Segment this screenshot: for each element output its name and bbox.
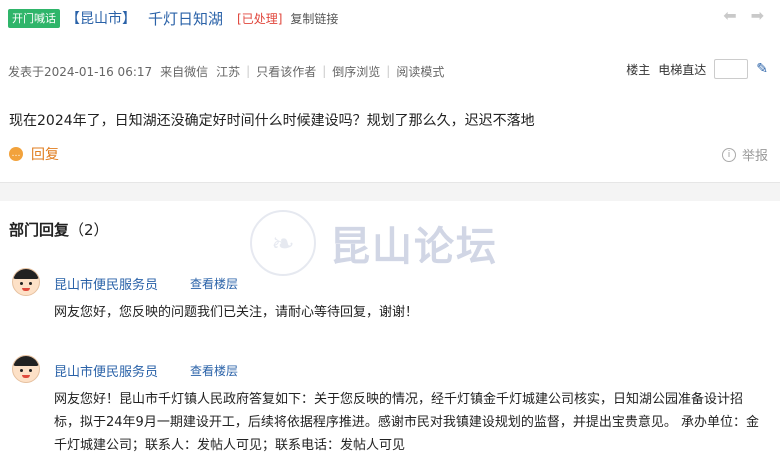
floor-tools: 楼主 电梯直达 ✎ — [626, 59, 768, 79]
only-author-link[interactable]: 只看该作者 — [256, 63, 316, 80]
thread-title: 千灯日知湖 — [148, 9, 224, 28]
floor-owner-label: 楼主 — [626, 62, 651, 77]
copy-link-button[interactable]: 复制链接 — [290, 10, 338, 27]
arrow-left-icon[interactable]: ⬅ — [723, 8, 736, 24]
reply-text: 网友您好，您反映的问题我们已关注，请耐心等待回复，谢谢！ — [54, 305, 419, 320]
reply-icon[interactable]: … — [9, 147, 23, 161]
reverse-order-link[interactable]: 倒序浏览 — [332, 63, 380, 80]
watermark: ❧ 昆山论坛 — [250, 210, 498, 276]
forum-logo-icon: ❧ — [250, 210, 316, 276]
post-source: 来自微信 — [160, 64, 209, 79]
dept-replies-heading: 部门回复（2） — [9, 219, 109, 240]
post-date: 发表于2024-01-16 06:17 — [8, 64, 153, 79]
arrow-right-icon[interactable]: ➡ — [751, 8, 764, 24]
view-floor-link[interactable]: 查看楼层 — [190, 275, 238, 292]
post-content: 现在2024年了，日知湖还没确定好时间什么时候建设吗？规划了那么久，迟迟不落地 — [9, 113, 535, 129]
replier-name[interactable]: 昆山市便民服务员 — [54, 361, 158, 380]
watermark-text: 昆山论坛 — [330, 223, 498, 270]
read-mode-link[interactable]: 阅读模式 — [396, 63, 444, 80]
post-location: 江苏 — [216, 64, 241, 79]
report-label: 举报 — [741, 149, 768, 164]
region-link[interactable]: 【昆山市】 — [66, 8, 136, 28]
reply-button[interactable]: 回复 — [31, 144, 59, 164]
meta-divider: | — [386, 64, 391, 78]
reply-text: 网友您好！昆山市千灯镇人民政府答复如下：关于您反映的情况，经千灯镇金千灯城建公司… — [54, 392, 759, 453]
category-tag[interactable]: 开门喊话 — [8, 8, 60, 28]
info-icon: i — [721, 147, 736, 162]
thread-nav: ⬅ ➡ — [723, 8, 764, 24]
jump-label: 电梯直达 — [658, 62, 707, 77]
report-button[interactable]: i 举报 — [721, 145, 768, 164]
section-divider — [0, 182, 780, 201]
avatar[interactable] — [12, 355, 40, 383]
meta-divider: | — [322, 64, 327, 78]
status-badge: [已处理] — [237, 11, 283, 26]
replier-name[interactable]: 昆山市便民服务员 — [54, 274, 158, 293]
avatar[interactable] — [12, 268, 40, 296]
meta-divider: | — [246, 64, 251, 78]
post-actions: … 回复 — [0, 143, 780, 165]
thread-title-row: 开门喊话 【昆山市】 千灯日知湖 [已处理] 复制链接 — [0, 5, 780, 31]
jump-floor-input[interactable] — [714, 59, 749, 79]
dept-title: 部门回复 — [9, 221, 70, 239]
view-floor-link[interactable]: 查看楼层 — [190, 362, 238, 379]
go-icon[interactable]: ✎ — [756, 61, 768, 77]
dept-count: （2） — [69, 221, 109, 239]
